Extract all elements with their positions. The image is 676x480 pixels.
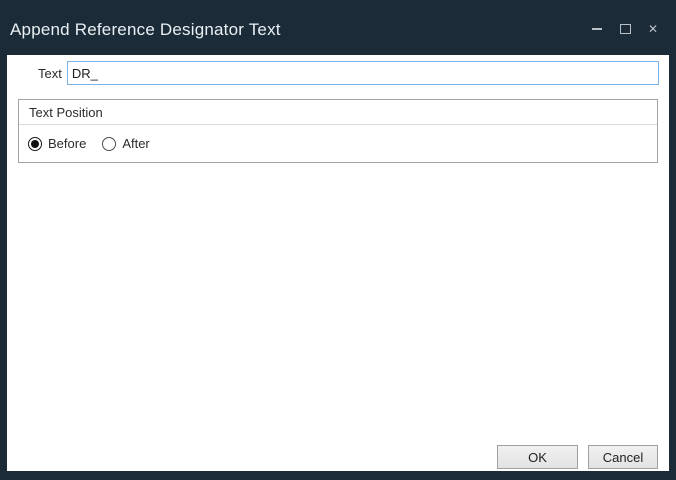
radio-option-before[interactable]: Before [28, 136, 86, 151]
radio-option-after[interactable]: After [102, 136, 149, 151]
text-position-group-title: Text Position [19, 100, 657, 125]
text-position-group: Text Position Before After [18, 99, 658, 163]
close-button[interactable]: ✕ [646, 22, 660, 36]
cancel-button[interactable]: Cancel [588, 445, 658, 469]
text-position-options: Before After [19, 125, 657, 162]
maximize-button[interactable] [618, 22, 632, 36]
maximize-icon [620, 24, 631, 34]
radio-button-icon [28, 137, 42, 151]
dialog-footer: OK Cancel [497, 445, 658, 469]
dialog-window: Append Reference Designator Text ✕ Text … [0, 0, 676, 480]
close-icon: ✕ [648, 23, 658, 35]
minimize-button[interactable] [590, 22, 604, 36]
radio-after-label: After [122, 136, 149, 151]
minimize-icon [592, 28, 602, 30]
text-field-label: Text [38, 66, 62, 81]
radio-button-icon [102, 137, 116, 151]
dialog-body: Text Text Position Before After OK Cance… [7, 55, 669, 471]
text-field-row: Text [38, 61, 659, 85]
text-input[interactable] [67, 61, 659, 85]
ok-button[interactable]: OK [497, 445, 578, 469]
radio-before-label: Before [48, 136, 86, 151]
window-title: Append Reference Designator Text [10, 20, 281, 40]
window-controls: ✕ [590, 22, 660, 36]
titlebar[interactable]: Append Reference Designator Text ✕ [0, 0, 676, 55]
